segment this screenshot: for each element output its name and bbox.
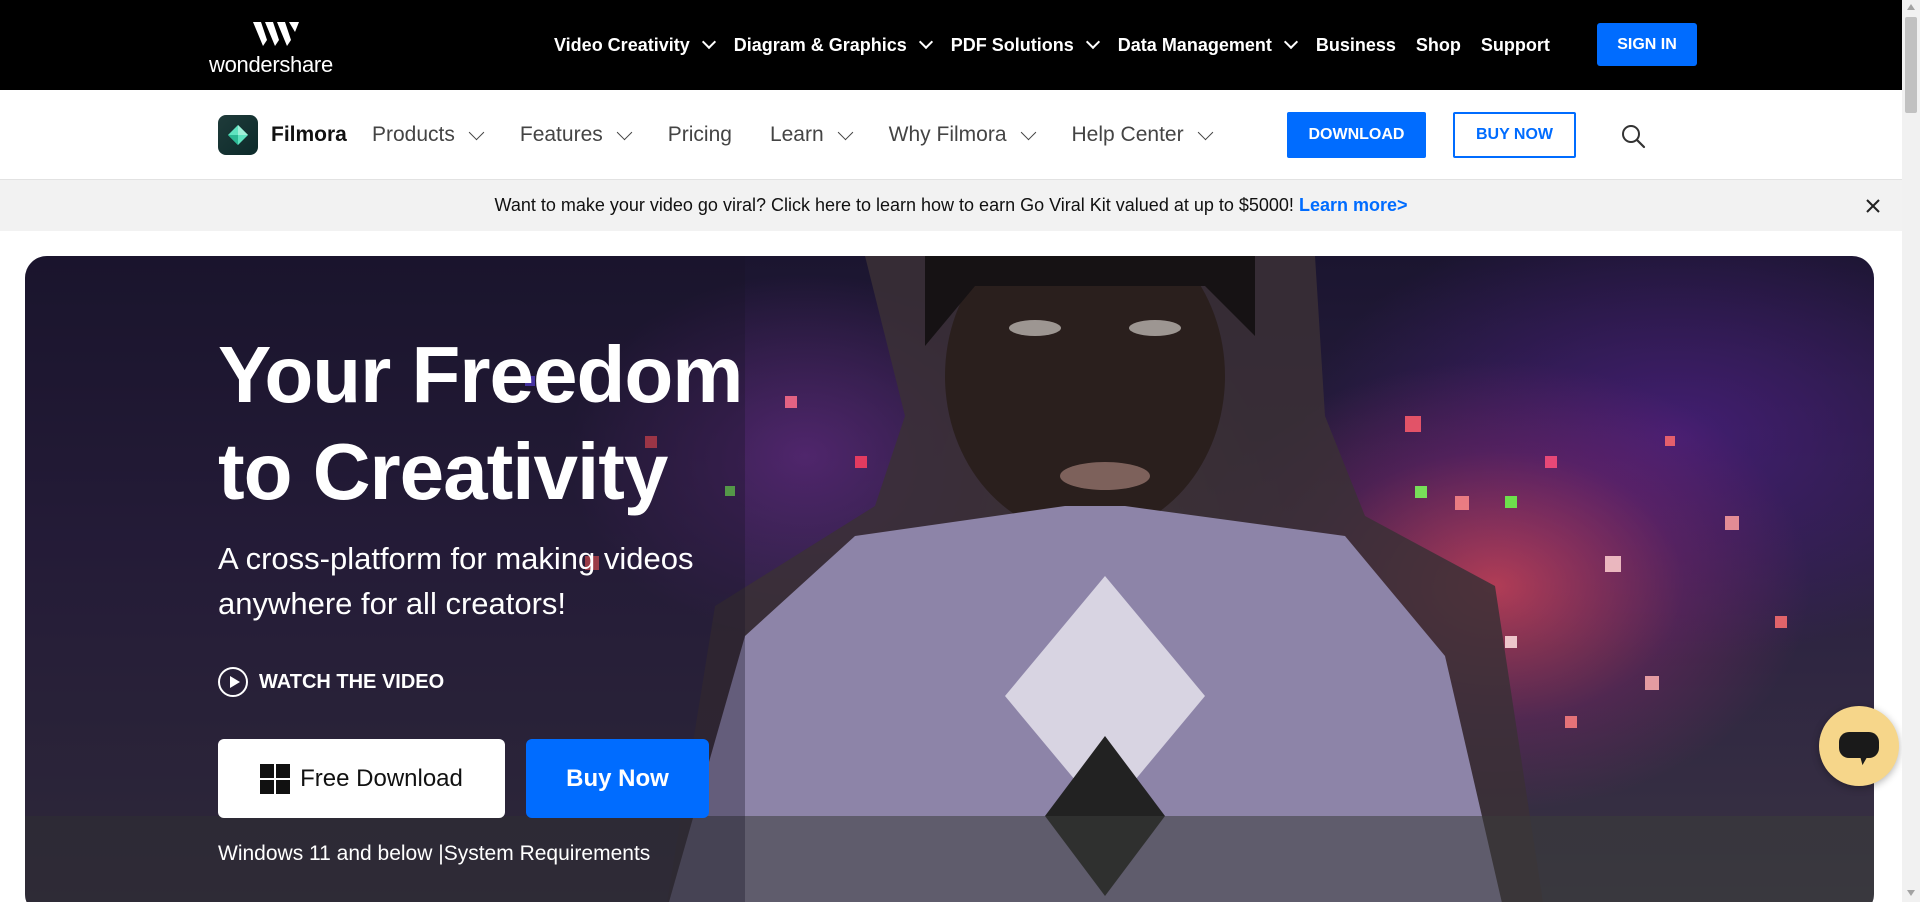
chevron-down-icon [701, 34, 716, 50]
wondershare-logo[interactable]: wondershare [209, 18, 343, 77]
product-nav: Products Features Pricing Learn Why Film… [372, 90, 1249, 180]
hero-section: Your Freedom to Creativity A cross-platf… [25, 256, 1874, 902]
chat-button[interactable] [1819, 706, 1899, 786]
chevron-down-icon [837, 124, 853, 140]
nav-label: Help Center [1071, 123, 1184, 146]
product-name[interactable]: Filmora [271, 123, 347, 147]
close-icon[interactable] [1863, 196, 1883, 216]
system-requirements: Windows 11 and below |System Requirement… [218, 842, 650, 866]
free-download-label: Free Download [300, 764, 463, 792]
global-nav: Video Creativity Diagram & Graphics PDF … [554, 0, 1570, 90]
chevron-down-icon [616, 124, 633, 140]
hero-title-line: to Creativity [218, 427, 668, 516]
nav-label: Why Filmora [888, 123, 1007, 146]
system-requirements-link[interactable]: System Requirements [444, 842, 651, 865]
nav-label: Pricing [667, 123, 732, 146]
nav-data-management[interactable]: Data Management [1117, 34, 1298, 56]
nav-shop[interactable]: Shop [1416, 35, 1461, 56]
wondershare-wordmark: wondershare [209, 52, 333, 77]
chevron-down-icon [918, 34, 933, 50]
watch-video-label: WATCH THE VIDEO [259, 670, 445, 693]
chevron-down-icon [468, 124, 485, 140]
buy-now-button[interactable]: BUY NOW [1453, 112, 1576, 158]
scroll-up-arrow-icon[interactable] [1907, 4, 1915, 10]
nav-label: Products [372, 123, 455, 146]
os-support-text: Windows 11 and below [218, 842, 433, 865]
product-nav-why-filmora[interactable]: Why Filmora [888, 123, 1036, 147]
search-icon[interactable] [1620, 123, 1646, 149]
nav-business[interactable]: Business [1316, 35, 1396, 56]
nav-pdf-solutions[interactable]: PDF Solutions [950, 34, 1100, 56]
nav-video-creativity[interactable]: Video Creativity [554, 34, 716, 56]
scrollbar-thumb[interactable] [1905, 17, 1917, 113]
product-nav-features[interactable]: Features [519, 123, 633, 147]
nav-support[interactable]: Support [1481, 35, 1550, 56]
product-nav-products[interactable]: Products [372, 123, 485, 147]
nav-label: Learn [769, 123, 824, 146]
nav-label: Shop [1415, 34, 1461, 55]
chat-icon [1839, 732, 1879, 758]
filmora-logo-icon[interactable] [218, 115, 258, 155]
hero-subtitle: A cross-platform for making videos anywh… [218, 541, 694, 621]
download-button[interactable]: DOWNLOAD [1287, 112, 1426, 158]
scroll-down-arrow-icon[interactable] [1907, 890, 1915, 896]
nav-label: Video Creativity [554, 34, 690, 55]
hero-title: Your Freedom to Creativity [218, 326, 918, 520]
hero-title-line: Your Freedom [218, 330, 743, 419]
product-nav-learn[interactable]: Learn [769, 123, 853, 147]
nav-label: Data Management [1117, 34, 1272, 55]
product-nav-pricing[interactable]: Pricing [668, 123, 732, 147]
play-icon [218, 667, 248, 697]
chevron-down-icon [1020, 124, 1036, 140]
product-header: Filmora Products Features Pricing Learn … [0, 90, 1902, 180]
nav-diagram-graphics[interactable]: Diagram & Graphics [733, 34, 933, 56]
sign-in-button[interactable]: SIGN IN [1597, 23, 1697, 66]
nav-label: Business [1315, 34, 1396, 55]
free-download-button[interactable]: Free Download [218, 739, 505, 818]
product-nav-help-center[interactable]: Help Center [1071, 123, 1213, 147]
hero-buy-now-button[interactable]: Buy Now [526, 739, 709, 818]
nav-label: Support [1480, 34, 1550, 55]
nav-label: Diagram & Graphics [733, 34, 907, 55]
promo-banner: Want to make your video go viral? Click … [0, 180, 1902, 231]
chevron-down-icon [1085, 34, 1100, 50]
promo-learn-more-link[interactable]: Learn more> [1299, 195, 1408, 215]
chevron-down-icon [1197, 124, 1213, 140]
nav-label: PDF Solutions [950, 34, 1074, 55]
promo-message: Want to make your video go viral? Click … [0, 195, 1902, 216]
chevron-down-icon [1283, 34, 1298, 50]
windows-icon [260, 763, 291, 794]
promo-text: Want to make your video go viral? Click … [494, 195, 1294, 215]
wondershare-logo-icon [253, 22, 299, 46]
global-header: wondershare Video Creativity Diagram & G… [0, 0, 1902, 90]
watch-video-link[interactable]: WATCH THE VIDEO [218, 667, 444, 697]
filmora-logo-mark [228, 125, 248, 145]
page-scrollbar[interactable] [1902, 0, 1920, 902]
nav-label: Features [519, 123, 603, 146]
